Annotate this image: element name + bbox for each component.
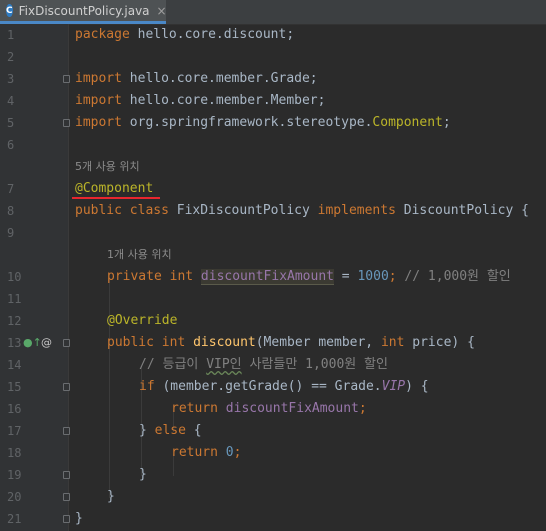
editor-tab-bar: C FixDiscountPolicy.java × (0, 0, 546, 25)
code-text: import hello.core.member.Grade; (75, 71, 318, 86)
java-class-icon: C (6, 4, 13, 17)
usages-hint[interactable]: 1개 사용 위치 (107, 244, 172, 266)
code-line-3: 3 import hello.core.member.Grade; (0, 68, 546, 90)
line-number: 8 (7, 204, 15, 218)
code-line-1: 1 package hello.core.discount; (0, 24, 546, 46)
tab-fix-discount-policy[interactable]: C FixDiscountPolicy.java × (0, 0, 167, 24)
code-text: public class FixDiscountPolicy implement… (75, 203, 529, 218)
code-text: } (139, 467, 147, 482)
inlay-hint-row: 1개 사용 위치 (0, 244, 546, 266)
usages-hint[interactable]: 5개 사용 위치 (75, 156, 140, 178)
line-number: 15 (7, 380, 22, 394)
code-line-20: 20 } (0, 486, 546, 508)
line-number: 11 (7, 292, 22, 306)
code-text: } (75, 511, 83, 526)
fold-toggle-icon[interactable] (63, 427, 70, 435)
annotation-red-underline (72, 197, 160, 199)
line-number: 5 (7, 116, 15, 130)
code-text: } else { (139, 423, 202, 438)
code-text: } (107, 489, 115, 504)
line-number: 6 (7, 138, 15, 152)
code-editor[interactable]: 1 package hello.core.discount; 2 3 impor… (0, 24, 546, 531)
line-number: 17 (7, 424, 22, 438)
line-number: 20 (7, 490, 22, 504)
code-line-9: 9 (0, 222, 546, 244)
fold-toggle-icon[interactable] (63, 471, 70, 479)
line-number: 4 (7, 94, 15, 108)
line-number: 9 (7, 226, 15, 240)
line-number: 2 (7, 50, 15, 64)
close-icon[interactable]: × (157, 4, 167, 18)
code-line-18: 18 return 0; (0, 442, 546, 464)
code-line-16: 16 return discountFixAmount; (0, 398, 546, 420)
code-line-5: 5 import org.springframework.stereotype.… (0, 112, 546, 134)
inlay-hint-row: 5개 사용 위치 (0, 156, 546, 178)
fold-toggle-icon[interactable] (63, 515, 70, 523)
line-number: 12 (7, 314, 22, 328)
code-line-15: 15 if (member.getGrade() == Grade.VIP) { (0, 376, 546, 398)
code-text: import org.springframework.stereotype.Co… (75, 115, 451, 130)
code-line-8: 8 public class FixDiscountPolicy impleme… (0, 200, 546, 222)
code-line-12: 12 @Override (0, 310, 546, 332)
code-text: return discountFixAmount; (171, 401, 367, 416)
code-text: if (member.getGrade() == Grade.VIP) { (139, 379, 429, 394)
code-line-11: 11 (0, 288, 546, 310)
fold-toggle-icon[interactable] (63, 493, 70, 501)
fold-toggle-icon[interactable] (63, 339, 70, 347)
code-text: public int discount(Member member, int p… (107, 335, 475, 350)
implements-method-icon[interactable]: ●↑ (23, 332, 42, 354)
line-number: 18 (7, 446, 22, 460)
line-number: 16 (7, 402, 22, 416)
code-text: package hello.core.discount; (75, 27, 295, 42)
line-number: 21 (7, 512, 22, 526)
code-line-2: 2 (0, 46, 546, 68)
code-line-14: 14 // 등급이 VIP인 사람들만 1,000원 할인 (0, 354, 546, 376)
override-marker-icon[interactable]: @ (41, 332, 52, 354)
line-number: 13 (7, 336, 22, 350)
code-line-10: 10 private int discountFixAmount = 1000;… (0, 266, 546, 288)
code-comment: // 등급이 VIP인 사람들만 1,000원 할인 (139, 357, 388, 372)
line-number: 10 (7, 270, 22, 284)
code-line-6: 6 (0, 134, 546, 156)
tab-filename: FixDiscountPolicy.java (18, 3, 150, 18)
code-text: private int discountFixAmount = 1000; //… (107, 269, 511, 285)
fold-toggle-icon[interactable] (63, 75, 70, 83)
line-number: 14 (7, 358, 22, 372)
fold-toggle-icon[interactable] (63, 119, 70, 127)
override-annotation: @Override (107, 313, 178, 328)
code-line-19: 19 } (0, 464, 546, 486)
code-text: return 0; (171, 445, 242, 460)
line-number: 3 (7, 72, 15, 86)
fold-toggle-icon[interactable] (63, 383, 70, 391)
line-number: 19 (7, 468, 22, 482)
code-line-17: 17 } else { (0, 420, 546, 442)
code-line-4: 4 import hello.core.member.Member; (0, 90, 546, 112)
code-line-13: 13 ●↑ @ public int discount(Member membe… (0, 332, 546, 354)
code-line-21: 21 } (0, 508, 546, 530)
code-text: import hello.core.member.Member; (75, 93, 326, 108)
line-number: 7 (7, 182, 15, 196)
line-number: 1 (7, 28, 15, 42)
